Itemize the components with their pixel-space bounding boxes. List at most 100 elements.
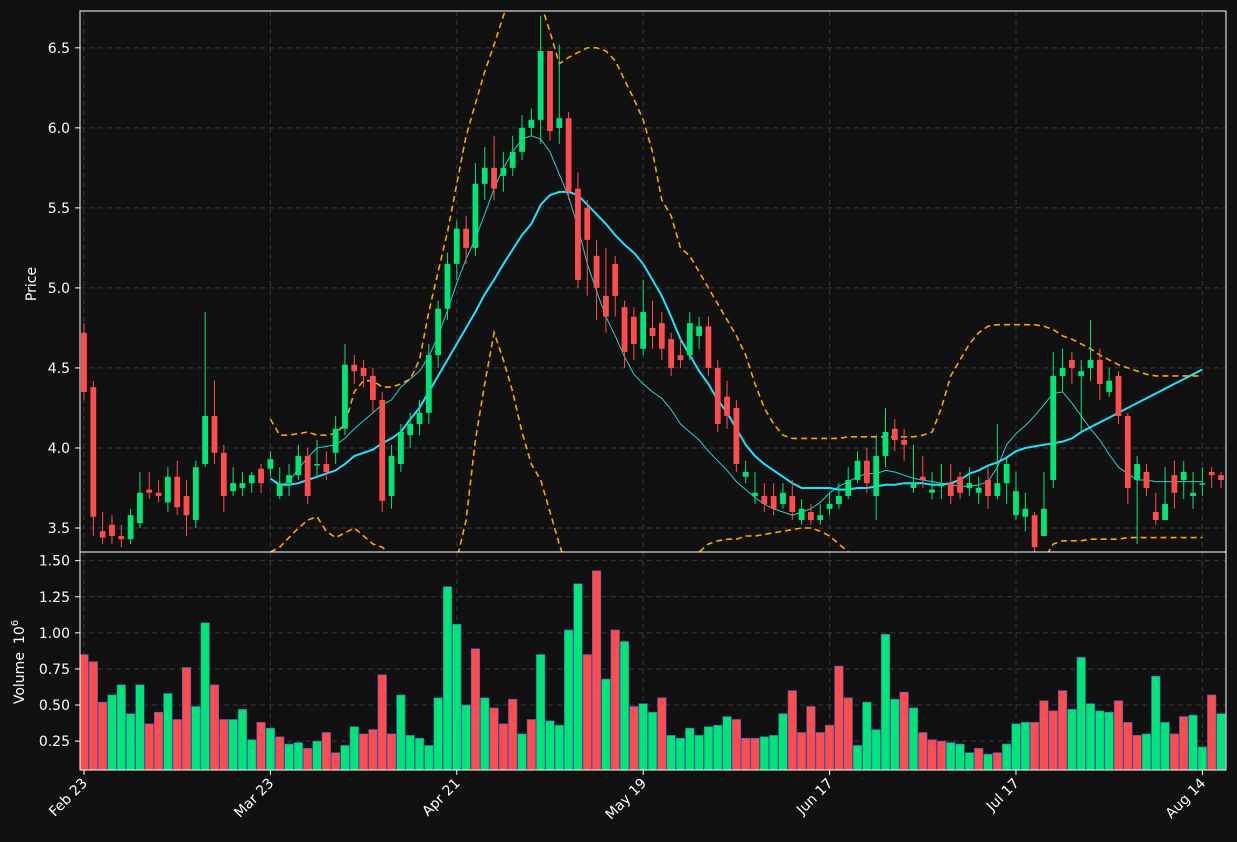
candle-body (481, 167, 488, 184)
candle-body (81, 332, 87, 392)
candle-body (910, 483, 917, 488)
volume-bar (862, 701, 872, 770)
volume-bar (1085, 703, 1096, 770)
candle-body (472, 183, 479, 248)
volume-bar (191, 706, 201, 770)
candle-body (295, 455, 302, 476)
candle-body (351, 364, 358, 372)
candle-body (342, 364, 348, 429)
candle-body (137, 492, 143, 524)
volume-bar (275, 736, 285, 770)
volume-bar (992, 752, 1002, 770)
candle-body (836, 495, 842, 504)
volume-bar (815, 732, 825, 770)
volume-bar (1169, 733, 1179, 770)
candle-body (1022, 508, 1029, 517)
candle-body (258, 468, 264, 484)
candle-body (565, 118, 572, 192)
candle-body (808, 511, 814, 520)
volume-bar (228, 719, 238, 770)
candle-body (854, 460, 861, 480)
volume-bar (480, 697, 490, 770)
volume-bar (638, 703, 648, 770)
volume-bar (536, 654, 546, 770)
candle-body (435, 308, 442, 356)
volume-bar (713, 724, 723, 770)
candlestick (304, 447, 311, 504)
candle-body (388, 455, 395, 496)
candle-body (202, 415, 209, 464)
candle-body (528, 119, 535, 128)
volume-bar (778, 713, 788, 770)
candle-body (630, 316, 637, 344)
volume-bar (144, 723, 154, 770)
volume-bar (98, 701, 108, 770)
volume-bar (722, 716, 732, 770)
volume-bar (153, 711, 164, 770)
volume-y-tick-label: 1.25 (39, 590, 70, 606)
candle-body (164, 476, 171, 503)
volume-bar (685, 727, 695, 770)
candle-body (1087, 359, 1094, 368)
candlestick (90, 380, 97, 536)
volume-bar (1216, 713, 1226, 770)
volume-bar (1095, 710, 1105, 770)
candle-body (957, 476, 963, 493)
volume-bar (703, 726, 714, 770)
candle-body (929, 489, 935, 493)
volume-bar (750, 737, 760, 770)
price-y-tick-label: 5.0 (48, 281, 70, 297)
candle-body (640, 311, 647, 349)
candle-body (174, 476, 181, 508)
candlestick (547, 51, 553, 141)
volume-bar (1179, 716, 1189, 770)
candle-body (547, 51, 553, 132)
volume-bar (237, 709, 248, 770)
candle-body (192, 467, 199, 520)
candlestick (192, 460, 199, 528)
candle-body (1050, 375, 1057, 480)
volume-bar (340, 745, 350, 770)
candle-body (379, 399, 386, 501)
candle-body (668, 339, 675, 368)
candle-body (863, 460, 870, 484)
candle-body (603, 295, 609, 317)
volume-bar (312, 740, 322, 770)
price-y-tick-label: 6.0 (48, 121, 70, 137)
candle-body (826, 503, 833, 509)
candle-body (975, 487, 982, 493)
candle-body (1031, 515, 1038, 548)
candle-body (332, 428, 339, 453)
volume-bar (1039, 700, 1049, 770)
candle-body (118, 535, 125, 540)
volume-bar (1160, 722, 1170, 770)
candle-body (1199, 483, 1206, 485)
candle-body (947, 483, 954, 496)
volume-bar (983, 753, 993, 770)
volume-bar (386, 733, 397, 770)
candle-body (276, 483, 283, 496)
candle-body (677, 355, 684, 360)
candle-body (90, 387, 97, 517)
candle-body (304, 455, 311, 496)
candle-body (1078, 371, 1085, 376)
volume-bar (116, 684, 126, 770)
candle-body (1068, 359, 1075, 368)
candle-body (183, 495, 190, 516)
candle-body (155, 492, 162, 496)
candle-body (491, 167, 497, 189)
volume-bar (498, 723, 508, 770)
volume-bar (955, 743, 965, 770)
candle-body (1180, 471, 1187, 480)
volume-bar (452, 623, 462, 770)
volume-y-tick-label: 0.50 (39, 698, 70, 714)
volume-axis-label-text: Volume (12, 652, 28, 704)
volume-bar (1132, 735, 1142, 770)
volume-bar (126, 713, 136, 770)
volume-bar (880, 633, 891, 770)
volume-axis-label-base: 10 (12, 626, 28, 644)
volume-bar (209, 684, 220, 770)
volume-bar (219, 719, 229, 770)
volume-bar (918, 732, 928, 770)
candle-body (1059, 367, 1066, 376)
